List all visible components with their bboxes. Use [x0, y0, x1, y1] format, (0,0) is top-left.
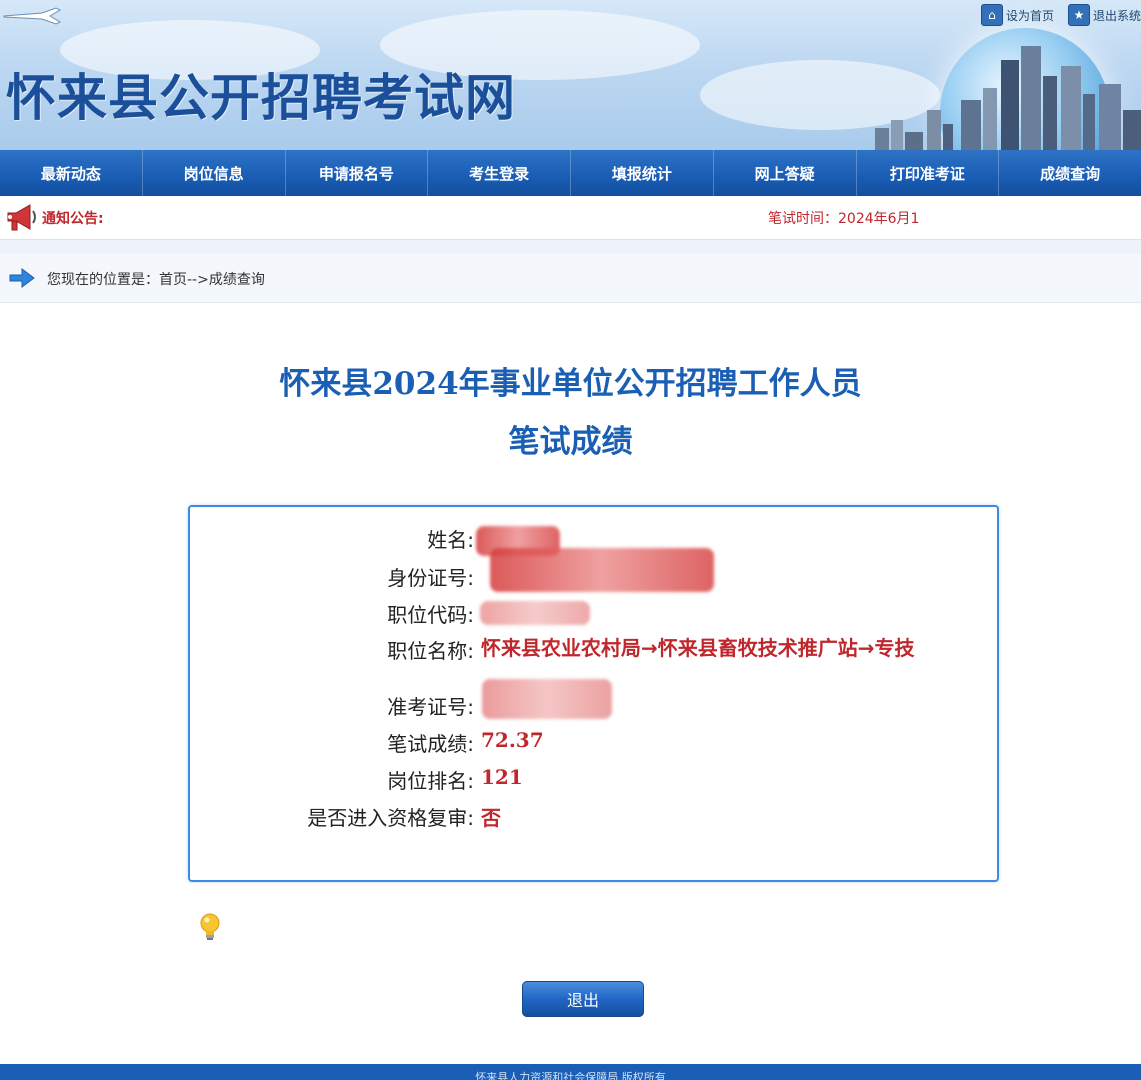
set-home-link[interactable]: ⌂ 设为首页	[980, 4, 1054, 26]
written-score-label: 笔试成绩:	[387, 732, 474, 756]
city-skyline-icon	[875, 46, 1141, 150]
breadcrumb-bar: 您现在的位置是：首页-->成绩查询	[0, 254, 1141, 303]
nav-item-candidate-login[interactable]: 考生登录	[428, 150, 571, 196]
field-row-position-code: 职位代码:	[190, 599, 997, 631]
main-nav: 最新动态 岗位信息 申请报名号 考生登录 填报统计 网上答疑 打印准考证 成绩查…	[0, 150, 1141, 196]
breadcrumb-separator: -->	[187, 272, 209, 288]
field-row-written-score: 笔试成绩: 72.37	[190, 728, 997, 760]
arrow-right-icon	[9, 268, 35, 288]
home-icon: ⌂	[980, 4, 1003, 26]
position-rank-label: 岗位排名:	[387, 769, 474, 793]
breadcrumb-home[interactable]: 首页	[159, 272, 187, 288]
position-rank-value: 121	[481, 765, 523, 789]
nav-item-apply-registration[interactable]: 申请报名号	[286, 150, 429, 196]
redaction-mark	[480, 601, 590, 625]
nav-item-online-qa[interactable]: 网上答疑	[714, 150, 857, 196]
nav-item-position-info[interactable]: 岗位信息	[143, 150, 286, 196]
airplane-icon	[3, 7, 62, 25]
site-title: 怀来县公开招聘考试网	[6, 69, 516, 127]
qualified-review-value: 否	[481, 806, 501, 830]
breadcrumb: 您现在的位置是：首页-->成绩查询	[47, 269, 265, 289]
notice-marquee-text[interactable]: 笔试时间：2024年6月1	[768, 208, 919, 228]
nav-item-score-query[interactable]: 成绩查询	[999, 150, 1141, 196]
score-result-panel: 姓名: 身份证号: 职位代码: 职位名称: 怀来县农业农村局→怀来县畜牧技术推广…	[188, 505, 999, 882]
nav-item-print-admission[interactable]: 打印准考证	[857, 150, 1000, 196]
page-subtitle: 笔试成绩	[508, 424, 633, 460]
redaction-mark	[490, 548, 714, 592]
id-number-label: 身份证号:	[387, 566, 474, 590]
lightbulb-icon	[200, 913, 220, 940]
name-label: 姓名:	[427, 528, 474, 552]
notice-bar: 通知公告: 笔试时间：2024年6月1	[0, 197, 1141, 240]
position-name-value: 怀来县农业农村局→怀来县畜牧技术推广站→专技	[481, 636, 915, 660]
written-score-value: 72.37	[481, 728, 544, 752]
header-banner: 怀来县公开招聘考试网 ⌂ 设为首页 ★ 退出系统	[0, 0, 1141, 150]
field-row-id-number: 身份证号:	[190, 548, 997, 594]
field-row-admission-number: 准考证号:	[190, 679, 997, 723]
position-code-label: 职位代码:	[387, 603, 474, 627]
redaction-mark	[482, 679, 612, 719]
breadcrumb-current: 成绩查询	[208, 272, 265, 288]
section-spacer	[0, 240, 1141, 254]
breadcrumb-prefix: 您现在的位置是：	[47, 272, 159, 288]
admission-number-label: 准考证号:	[387, 695, 474, 719]
exit-button[interactable]: 退出	[522, 981, 644, 1017]
footer-text: 怀来县人力资源和社会保障局 版权所有	[475, 1071, 666, 1080]
field-row-qualified-review: 是否进入资格复审: 否	[190, 802, 997, 834]
logout-label: 退出系统	[1092, 8, 1141, 23]
field-row-position-rank: 岗位排名: 121	[190, 765, 997, 797]
nav-item-latest-news[interactable]: 最新动态	[0, 150, 143, 196]
page-title: 怀来县2024年事业单位公开招聘工作人员	[279, 366, 862, 402]
megaphone-icon	[7, 204, 36, 231]
position-name-label: 职位名称:	[387, 639, 474, 663]
logout-link[interactable]: ★ 退出系统	[1067, 4, 1141, 26]
top-links: ⌂ 设为首页 ★ 退出系统	[980, 4, 1141, 26]
footer-bar: 怀来县人力资源和社会保障局 版权所有	[0, 1064, 1141, 1080]
star-icon: ★	[1067, 4, 1090, 26]
qualified-review-label: 是否进入资格复审:	[307, 806, 474, 830]
nav-item-statistics[interactable]: 填报统计	[571, 150, 714, 196]
set-home-label: 设为首页	[1005, 8, 1054, 23]
notice-label: 通知公告:	[42, 211, 104, 227]
